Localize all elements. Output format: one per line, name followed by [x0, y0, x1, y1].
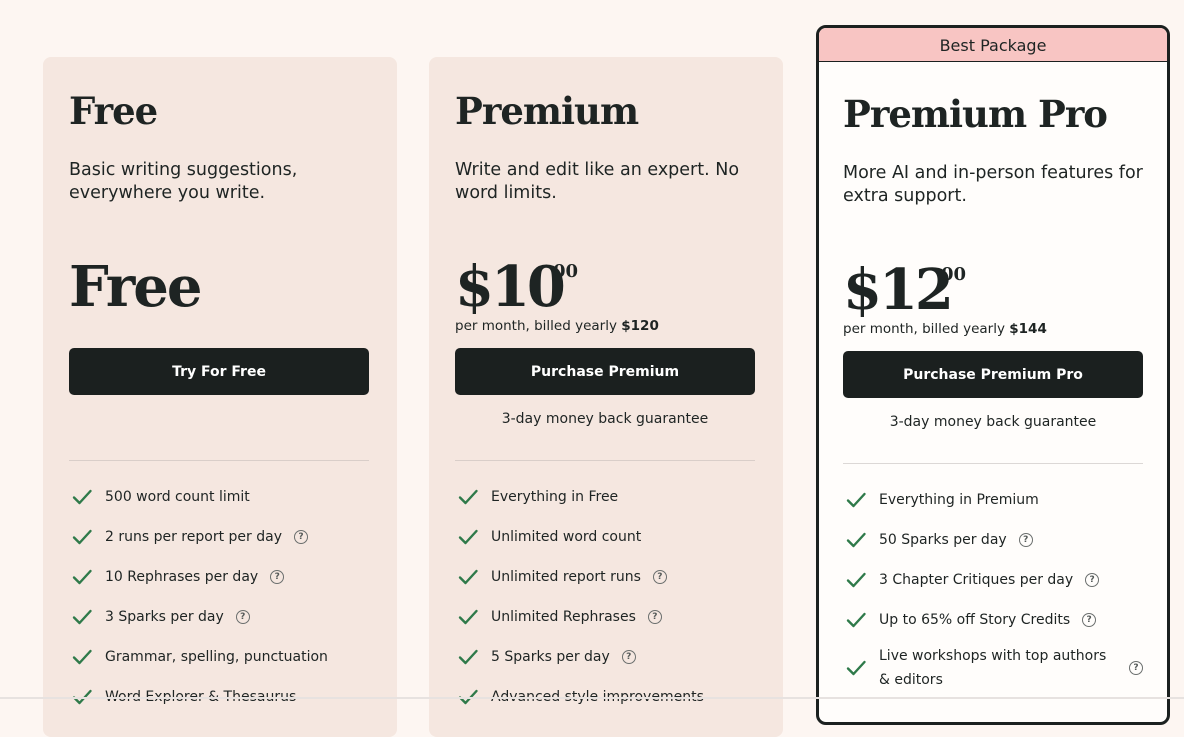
feature-label: Unlimited report runs	[491, 569, 641, 585]
check-icon	[844, 488, 868, 512]
question-circle-icon[interactable]: ?	[647, 610, 662, 624]
guarantee-note: 3-day money back guarantee	[889, 414, 1097, 430]
price-cents: 00	[941, 264, 967, 285]
check-icon	[70, 525, 94, 549]
purchase-premium-button[interactable]: Purchase Premium	[455, 348, 755, 395]
question-circle-icon[interactable]: ?	[652, 570, 667, 584]
feature-label: 3 Sparks per day	[105, 609, 224, 625]
divider	[69, 460, 369, 461]
feature-list: Everything in Premium 50 Sparks per day? 3…	[843, 480, 1143, 692]
check-icon	[70, 605, 94, 629]
plan-price: Free	[69, 254, 203, 320]
check-icon	[844, 656, 868, 680]
feature-label: 500 word count limit	[105, 489, 250, 505]
billing-note: per month, billed yearly $144	[843, 322, 1047, 336]
plan-card-free: Free Basic writing suggestions, everywhe…	[43, 57, 397, 737]
feature-label: Grammar, spelling, punctuation	[105, 649, 328, 665]
check-icon	[456, 605, 480, 629]
feature-item: Live workshops with top authors & editor…	[843, 640, 1143, 692]
plan-description: More AI and in-person features for extra…	[843, 163, 1143, 206]
feature-label: 3 Chapter Critiques per day	[879, 572, 1074, 588]
feature-label: Unlimited word count	[491, 529, 642, 545]
feature-item: 2 runs per report per day?	[69, 517, 369, 557]
plan-title: Premium Pro	[843, 92, 1108, 136]
plan-description: Basic writing suggestions, everywhere yo…	[69, 160, 298, 203]
check-icon	[456, 485, 480, 509]
check-icon	[844, 608, 868, 632]
feature-label: 50 Sparks per day	[879, 532, 1007, 548]
check-icon	[844, 528, 868, 552]
feature-item: 10 Rephrases per day?	[69, 557, 369, 597]
plan-title: Premium	[455, 89, 639, 133]
question-circle-icon[interactable]: ?	[293, 530, 308, 544]
feature-item: 3 Chapter Critiques per day?	[843, 560, 1143, 600]
question-circle-icon[interactable]: ?	[1085, 573, 1100, 587]
feature-item: Unlimited Rephrases?	[455, 597, 755, 637]
check-icon	[70, 485, 94, 509]
try-for-free-button[interactable]: Try For Free	[69, 348, 369, 395]
check-icon	[456, 525, 480, 549]
feature-item: Unlimited report runs?	[455, 557, 755, 597]
feature-label: Everything in Premium	[879, 492, 1039, 508]
feature-label: 10 Rephrases per day	[105, 569, 259, 585]
question-circle-icon[interactable]: ?	[1129, 661, 1143, 675]
feature-item: Everything in Free	[455, 477, 755, 517]
feature-label: Unlimited Rephrases	[491, 609, 636, 625]
question-circle-icon[interactable]: ?	[270, 570, 285, 584]
feature-label: 2 runs per report per day	[105, 529, 282, 545]
feature-label: 5 Sparks per day	[491, 649, 610, 665]
feature-label: Up to 65% off Story Credits	[879, 612, 1071, 628]
plan-title: Free	[69, 89, 158, 133]
price-cents: 00	[553, 261, 579, 282]
plan-card-premium-pro: Best Package Premium Pro More AI and in-…	[816, 25, 1170, 725]
feature-item: 3 Sparks per day?	[69, 597, 369, 637]
price-dollars: $10	[455, 254, 566, 320]
check-icon	[844, 568, 868, 592]
purchase-premium-pro-button[interactable]: Purchase Premium Pro	[843, 351, 1143, 398]
question-circle-icon[interactable]: ?	[621, 650, 636, 664]
feature-item: 5 Sparks per day?	[455, 637, 755, 677]
divider	[843, 463, 1143, 464]
plan-description: Write and edit like an expert. No word l…	[455, 160, 740, 203]
feature-item: Unlimited word count	[455, 517, 755, 557]
feature-list: 500 word count limit 2 runs per report pe…	[69, 477, 369, 717]
billing-amount: $120	[621, 318, 659, 334]
check-icon	[456, 565, 480, 589]
feature-label: Live workshops with top authors & editor…	[879, 648, 1107, 688]
billing-prefix: per month, billed yearly	[455, 318, 617, 334]
billing-amount: $144	[1009, 321, 1047, 337]
question-circle-icon[interactable]: ?	[1082, 613, 1097, 627]
feature-list: Everything in Free Unlimited word count Un…	[455, 477, 755, 717]
question-circle-icon[interactable]: ?	[1018, 533, 1033, 547]
feature-item: Everything in Premium	[843, 480, 1143, 520]
feature-label: Everything in Free	[491, 489, 619, 505]
divider	[455, 460, 755, 461]
billing-prefix: per month, billed yearly	[843, 321, 1005, 337]
feature-item: 50 Sparks per day?	[843, 520, 1143, 560]
price-dollars: $12	[843, 257, 954, 323]
check-icon	[456, 645, 480, 669]
guarantee-note: 3-day money back guarantee	[501, 411, 709, 427]
check-icon	[70, 645, 94, 669]
feature-item: Up to 65% off Story Credits?	[843, 600, 1143, 640]
check-icon	[70, 565, 94, 589]
feature-item: 500 word count limit	[69, 477, 369, 517]
plan-card-premium: Premium Write and edit like an expert. N…	[429, 57, 783, 737]
billing-note: per month, billed yearly $120	[455, 319, 659, 333]
question-circle-icon[interactable]: ?	[235, 610, 250, 624]
feature-item: Grammar, spelling, punctuation	[69, 637, 369, 677]
